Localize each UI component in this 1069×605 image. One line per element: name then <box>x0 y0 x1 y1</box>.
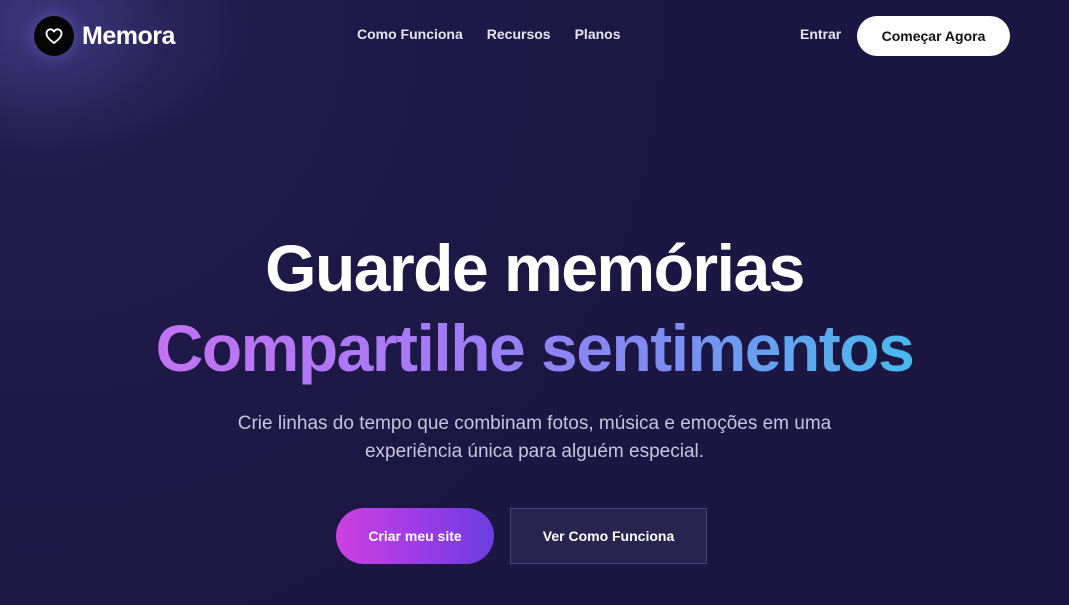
hero-title-line1: Guarde memórias <box>265 231 805 305</box>
hero-subtitle-line1: Crie linhas do tempo que combinam fotos,… <box>237 413 832 434</box>
hero-section: Guarde memórias Compartilhe sentimentos <box>0 228 1069 388</box>
hero-subtitle-line2: experiência única para alguém especial. <box>364 441 705 462</box>
hero-title-line2: Compartilhe sentimentos <box>0 308 1069 388</box>
brand-logo-link[interactable]: Memora <box>34 16 175 56</box>
login-link[interactable]: Entrar <box>800 26 841 42</box>
hero-subtitle: Crie linhas do tempo que combinam fotos,… <box>180 410 889 466</box>
top-navbar: Memora Como Funciona Recursos Planos Ent… <box>0 0 1069 72</box>
logo-badge <box>34 16 74 56</box>
nav-link-recursos[interactable]: Recursos <box>487 26 551 42</box>
nav-link-planos[interactable]: Planos <box>575 26 621 42</box>
nav-link-como-funciona[interactable]: Como Funciona <box>357 26 463 42</box>
start-now-button[interactable]: Começar Agora <box>857 16 1010 56</box>
main-nav: Como Funciona Recursos Planos <box>357 26 621 42</box>
create-site-button[interactable]: Criar meu site <box>336 508 494 564</box>
brand-name: Memora <box>82 21 175 50</box>
heart-icon <box>45 28 63 44</box>
see-how-it-works-button[interactable]: Ver Como Funciona <box>510 508 707 564</box>
